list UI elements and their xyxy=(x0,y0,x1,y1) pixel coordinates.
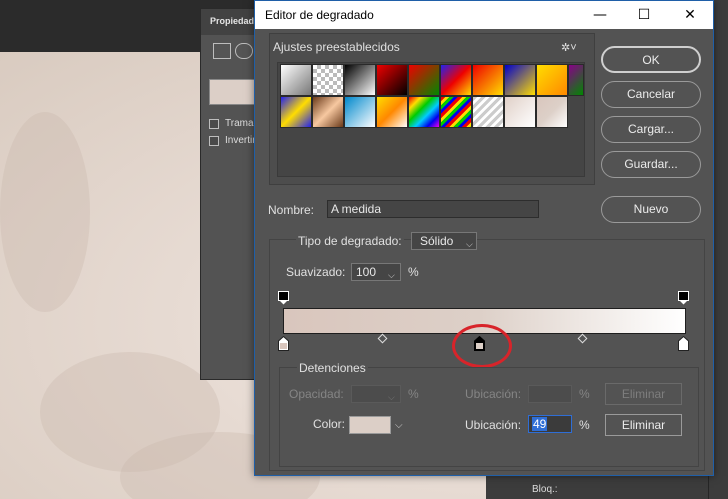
preset-swatch[interactable] xyxy=(280,64,312,96)
chevron-down-icon: ⌵ xyxy=(466,239,473,249)
gradient-preview-swatch[interactable] xyxy=(209,79,259,105)
chevron-down-icon: ⌵ xyxy=(388,392,395,402)
preset-swatch[interactable] xyxy=(440,96,472,128)
preset-swatch[interactable] xyxy=(280,96,312,128)
opacity-location-unit: % xyxy=(579,387,590,401)
opacity-location-input xyxy=(528,385,572,403)
preset-swatch[interactable] xyxy=(312,96,344,128)
smoothness-unit: % xyxy=(408,265,419,279)
color-label: Color: xyxy=(313,417,346,431)
minimize-icon[interactable]: — xyxy=(579,1,621,29)
lock-label: Bloq.: xyxy=(532,484,558,495)
color-stop-left[interactable] xyxy=(278,336,289,351)
gradient-fill-icon[interactable] xyxy=(213,43,231,59)
chevron-down-icon: ⌵ xyxy=(388,270,395,280)
annotation-circle xyxy=(452,324,512,368)
preset-swatch[interactable] xyxy=(440,64,472,96)
dither-checkbox[interactable] xyxy=(209,119,219,129)
gradient-type-value: Sólido xyxy=(420,234,454,248)
chevron-down-icon[interactable]: ⌵ xyxy=(395,420,403,431)
presets-grid xyxy=(277,62,585,177)
preset-swatch[interactable] xyxy=(376,96,408,128)
gear-icon[interactable]: ✲˅ xyxy=(561,41,577,54)
name-label: Nombre: xyxy=(268,203,315,217)
load-button[interactable]: Cargar... xyxy=(601,116,701,143)
preset-swatch[interactable] xyxy=(344,64,376,96)
smoothness-label: Suavizado: xyxy=(286,265,346,279)
opacity-stop-right[interactable] xyxy=(678,291,689,305)
dialog-title: Editor de degradado xyxy=(265,8,374,22)
invert-label: Invertir xyxy=(225,135,256,146)
ok-button[interactable]: OK xyxy=(601,46,701,73)
preset-swatch[interactable] xyxy=(312,64,344,96)
canvas-texture xyxy=(0,112,90,312)
stop-color-swatch[interactable] xyxy=(349,416,391,434)
preset-swatch[interactable] xyxy=(408,96,440,128)
preset-swatch[interactable] xyxy=(344,96,376,128)
location-input[interactable]: 49 xyxy=(528,415,572,433)
color-stop-right[interactable] xyxy=(678,336,689,351)
presets-title: Ajustes preestablecidos xyxy=(273,40,400,54)
close-icon[interactable]: ✕ xyxy=(669,1,711,29)
preset-swatch[interactable] xyxy=(536,64,568,96)
opacity-unit: % xyxy=(408,387,419,401)
opacity-dropdown: ⌵ xyxy=(351,385,401,403)
dialog-titlebar[interactable]: Editor de degradado — ☐ ✕ xyxy=(255,1,713,29)
preset-swatch[interactable] xyxy=(408,64,440,96)
stops-title: Detenciones xyxy=(297,361,368,375)
preset-swatch[interactable] xyxy=(568,64,584,96)
cancel-button[interactable]: Cancelar xyxy=(601,81,701,108)
gradient-type-label: Tipo de degradado: xyxy=(296,234,404,248)
location-value: 49 xyxy=(532,417,548,431)
preset-swatch[interactable] xyxy=(472,64,504,96)
maximize-icon[interactable]: ☐ xyxy=(623,1,665,29)
properties-panel: Propiedades Tramado Invertir xyxy=(200,8,265,380)
gradient-type-dropdown[interactable]: Sólido ⌵ xyxy=(411,232,477,250)
preset-swatch[interactable] xyxy=(536,96,568,128)
invert-checkbox[interactable] xyxy=(209,136,219,146)
opacity-location-label: Ubicación: xyxy=(465,387,522,401)
preset-swatch[interactable] xyxy=(504,64,536,96)
smoothness-dropdown[interactable]: 100 ⌵ xyxy=(351,263,401,281)
smoothness-value: 100 xyxy=(356,265,377,279)
new-button[interactable]: Nuevo xyxy=(601,196,701,223)
delete-opacity-stop-button: Eliminar xyxy=(605,383,682,405)
opacity-label: Opacidad: xyxy=(289,387,344,401)
preset-swatch[interactable] xyxy=(472,96,504,128)
location-label: Ubicación: xyxy=(465,418,522,432)
preset-swatch[interactable] xyxy=(504,96,536,128)
delete-color-stop-button[interactable]: Eliminar xyxy=(605,414,682,436)
preset-swatch[interactable] xyxy=(376,64,408,96)
opacity-stop-left[interactable] xyxy=(278,291,289,305)
gradient-editor-dialog: Editor de degradado — ☐ ✕ Ajustes preest… xyxy=(254,0,714,476)
name-input[interactable]: A medida xyxy=(327,200,539,218)
location-unit: % xyxy=(579,418,590,432)
save-button[interactable]: Guardar... xyxy=(601,151,701,178)
mask-icon[interactable] xyxy=(235,43,253,59)
